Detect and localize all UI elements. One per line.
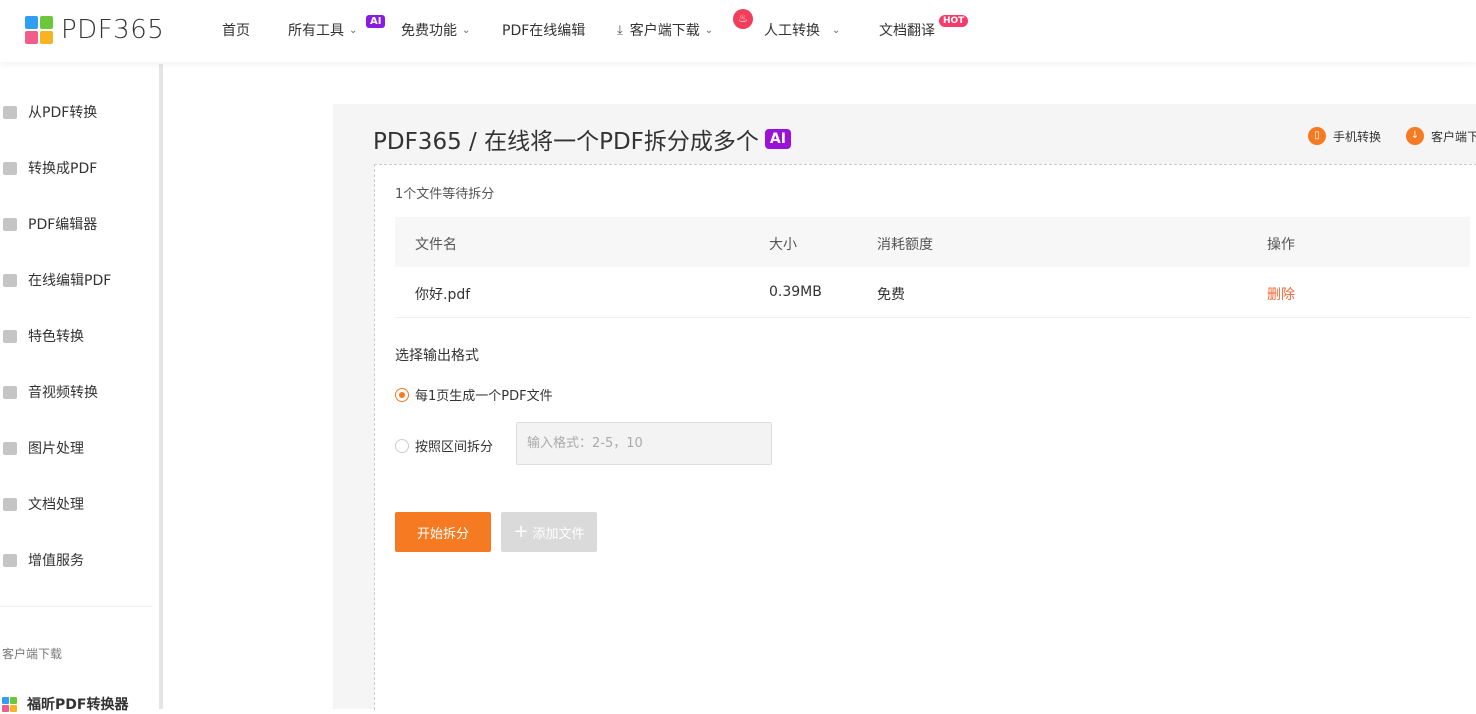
nav-doc-translate-label: 文档翻译	[879, 23, 935, 39]
media-icon	[3, 385, 17, 399]
ai-badge: AI	[366, 15, 386, 28]
app-logo-icon	[2, 696, 17, 712]
pdf-import-icon	[3, 161, 17, 175]
sidebar-item-value-added[interactable]: 增值服务	[0, 548, 84, 572]
sidebar-scrollbar[interactable]	[159, 64, 163, 709]
plus-icon: +	[513, 521, 529, 542]
sidebar-item-from-pdf[interactable]: 从PDF转换	[0, 100, 97, 124]
chevron-down-icon: ⌄	[832, 24, 841, 36]
download-icon: ⤓	[617, 22, 623, 38]
pdf-export-icon	[3, 105, 17, 119]
sidebar-item-document[interactable]: 文档处理	[0, 492, 84, 516]
waiting-status: 1个文件等待拆分	[395, 187, 495, 202]
delete-link[interactable]: 删除	[1267, 284, 1295, 304]
nav-free-features[interactable]: 免费功能 ⌄	[401, 20, 470, 40]
document-icon	[3, 497, 17, 511]
sidebar-item-online-edit[interactable]: 在线编辑PDF	[0, 268, 111, 292]
flame-icon: ♨	[733, 9, 753, 29]
chevron-down-icon: ⌄	[349, 24, 358, 36]
nav-manual-convert[interactable]: 人工转换 ⌄	[764, 20, 840, 40]
ai-badge: AI	[764, 129, 791, 149]
sidebar-divider	[0, 606, 152, 607]
sidebar-item-label: 图片处理	[28, 441, 84, 457]
mobile-convert-label: 手机转换	[1333, 129, 1382, 144]
client-download-label: 客户端下	[1431, 129, 1476, 144]
radio-per-page[interactable]	[395, 387, 409, 402]
download-icon: ↓	[1406, 127, 1424, 145]
file-quota: 免费	[877, 287, 905, 303]
image-icon	[3, 441, 17, 455]
sidebar-item-label: 音视频转换	[28, 385, 98, 401]
chevron-down-icon: ⌄	[462, 24, 471, 36]
sidebar-item-label: 特色转换	[28, 329, 84, 345]
nav-home-label: 首页	[222, 23, 250, 39]
column-header-name: 文件名	[415, 237, 457, 253]
online-edit-icon	[3, 273, 17, 287]
sidebar-item-label: PDF编辑器	[28, 217, 98, 233]
client-download-link[interactable]: ↓ 客户端下	[1406, 127, 1476, 145]
sidebar-item-label: 转换成PDF	[28, 161, 98, 177]
radio-range[interactable]	[395, 438, 409, 453]
sidebar-item-image[interactable]: 图片处理	[0, 436, 84, 460]
sidebar-item-media[interactable]: 音视频转换	[0, 380, 98, 404]
file-size: 0.39MB	[769, 284, 822, 300]
logo-text: PDF365	[61, 15, 165, 45]
sidebar-item-label: 文档处理	[28, 497, 84, 513]
column-header-action: 操作	[1267, 237, 1295, 253]
file-name: 你好.pdf	[415, 287, 471, 303]
range-input[interactable]	[516, 422, 772, 465]
star-icon	[3, 329, 17, 343]
nav-client-download-label: 客户端下载	[629, 23, 700, 39]
sidebar-item-featured[interactable]: 特色转换	[0, 324, 84, 348]
pen-icon	[3, 217, 17, 231]
hot-badge: HOT	[939, 15, 969, 27]
option-range[interactable]: 按照区间拆分	[395, 436, 493, 455]
nav-online-edit-label: PDF在线编辑	[502, 23, 586, 39]
table-row: 你好.pdf 0.39MB 免费 删除	[395, 267, 1470, 318]
sidebar-item-pdf-editor[interactable]: PDF编辑器	[0, 212, 97, 236]
option-per-page-label: 每1页生成一个PDF文件	[415, 389, 553, 404]
sidebar-item-label: 从PDF转换	[28, 105, 98, 121]
mobile-convert-link[interactable]: ▯ 手机转换	[1308, 127, 1381, 145]
nav-home[interactable]: 首页	[222, 20, 250, 40]
page-title-text: PDF365 / 在线将一个PDF拆分成多个	[373, 129, 759, 155]
add-file-button[interactable]: + 添加文件	[501, 512, 597, 552]
sidebar-app-label: 福昕PDF转换器	[27, 697, 129, 713]
page-title: PDF365 / 在线将一个PDF拆分成多个 AI	[373, 122, 791, 156]
column-header-quota: 消耗额度	[877, 237, 933, 253]
sidebar-item-label: 在线编辑PDF	[28, 273, 112, 289]
sidebar-app-download[interactable]: 福昕PDF转换器	[2, 694, 128, 714]
start-split-button[interactable]: 开始拆分	[395, 512, 491, 552]
chevron-down-icon: ⌄	[704, 24, 714, 36]
sidebar: 从PDF转换 转换成PDF PDF编辑器 在线编辑PDF 特色转换 音视频转换 …	[0, 64, 159, 709]
option-per-page[interactable]: 每1页生成一个PDF文件	[395, 385, 553, 404]
nav-online-edit[interactable]: PDF在线编辑	[502, 20, 585, 40]
file-table-header: 文件名 大小 消耗额度 操作	[395, 217, 1470, 267]
sidebar-item-label: 增值服务	[28, 553, 84, 569]
output-format-title: 选择输出格式	[395, 348, 479, 364]
logo-icon	[25, 16, 53, 44]
top-navigation-bar: PDF365 首页 所有工具 ⌄ AI 免费功能 ⌄ PDF在线编辑 ⤓ 客户端…	[0, 0, 1476, 62]
phone-icon: ▯	[1308, 127, 1326, 145]
nav-all-tools-label: 所有工具	[288, 23, 344, 39]
column-header-size: 大小	[769, 237, 797, 253]
nav-doc-translate[interactable]: 文档翻译 HOT	[879, 15, 969, 40]
sidebar-item-to-pdf[interactable]: 转换成PDF	[0, 156, 97, 180]
nav-client-download[interactable]: ⤓ 客户端下载 ⌄ ♨	[617, 9, 753, 40]
list-icon	[3, 553, 17, 567]
logo[interactable]: PDF365	[25, 15, 164, 45]
sidebar-section-label: 客户端下载	[2, 647, 63, 661]
add-file-label: 添加文件	[532, 526, 585, 542]
nav-free-features-label: 免费功能	[401, 23, 457, 39]
nav-all-tools[interactable]: 所有工具 ⌄ AI	[288, 15, 386, 40]
nav-manual-convert-label: 人工转换	[764, 23, 820, 39]
option-range-label: 按照区间拆分	[415, 440, 494, 455]
